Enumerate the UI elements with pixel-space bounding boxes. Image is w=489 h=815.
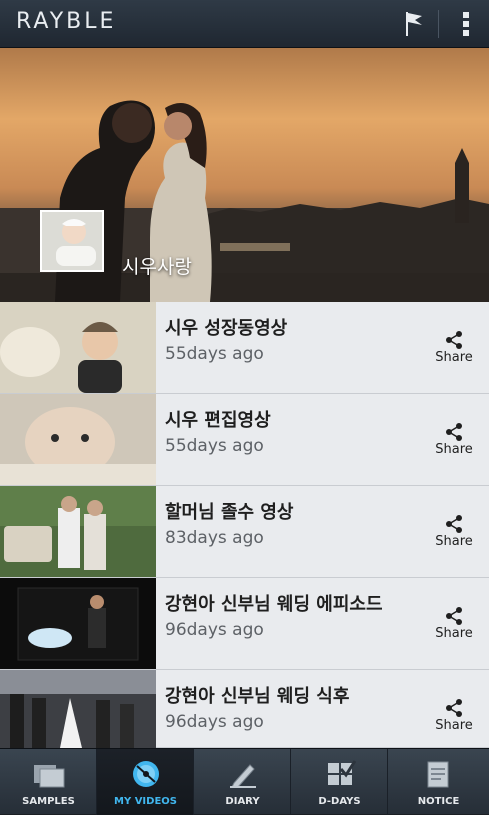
nav-d-days[interactable]: D-DAYS	[291, 749, 388, 815]
share-button[interactable]: Share	[430, 330, 478, 374]
folder-icon	[34, 765, 65, 788]
nav-notice[interactable]: NOTICE	[388, 749, 489, 815]
video-date: 55days ago	[165, 436, 264, 456]
album-cover-thumbnail[interactable]	[40, 210, 104, 272]
video-list-item[interactable]: 시우 성장동영상 55days ago Share	[0, 302, 489, 394]
calendar-check-icon	[328, 760, 357, 785]
share-icon	[446, 699, 462, 717]
share-icon	[446, 423, 462, 441]
video-title: 강현아 신부님 웨딩 식후	[165, 686, 350, 707]
bottom-navigation: SAMPLES MY VIDEOS DIARY D-DAYS NOTICE	[0, 748, 489, 815]
video-title: 시우 편집영상	[165, 410, 271, 431]
video-list-item[interactable]: 강현아 신부님 웨딩 에피소드 96days ago Share	[0, 578, 489, 670]
app-logo: RAYBLE	[16, 9, 117, 34]
video-list: 시우 성장동영상 55days ago Share 시우 편집영상 55days…	[0, 302, 489, 748]
nav-label: NOTICE	[417, 796, 460, 807]
share-label: Share	[435, 350, 473, 365]
nav-label: SAMPLES	[22, 796, 75, 807]
nav-diary[interactable]: DIARY	[194, 749, 291, 815]
share-button[interactable]: Share	[430, 698, 478, 742]
video-thumbnail[interactable]	[0, 670, 156, 748]
video-thumbnail[interactable]	[0, 578, 156, 669]
header-divider	[438, 10, 439, 38]
share-label: Share	[435, 718, 473, 733]
nav-label: MY VIDEOS	[114, 796, 177, 807]
video-thumbnail[interactable]	[0, 486, 156, 577]
video-title: 강현아 신부님 웨딩 에피소드	[165, 594, 383, 615]
share-button[interactable]: Share	[430, 422, 478, 466]
share-button[interactable]: Share	[430, 514, 478, 558]
album-hero[interactable]: 시우사랑	[0, 48, 489, 302]
video-date: 55days ago	[165, 344, 264, 364]
pencil-icon	[230, 764, 256, 788]
share-icon	[446, 607, 462, 625]
video-list-item[interactable]: 할머님 졸수 영상 83days ago Share	[0, 486, 489, 578]
video-title: 시우 성장동영상	[165, 318, 288, 339]
share-label: Share	[435, 442, 473, 457]
flag-icon[interactable]	[398, 8, 430, 40]
video-thumbnail[interactable]	[0, 302, 156, 393]
share-button[interactable]: Share	[430, 606, 478, 650]
video-thumbnail[interactable]	[0, 394, 156, 485]
share-icon	[446, 515, 462, 533]
nav-my-videos[interactable]: MY VIDEOS	[97, 749, 194, 815]
disc-icon	[133, 761, 159, 787]
share-label: Share	[435, 534, 473, 549]
album-title: 시우사랑	[122, 256, 192, 278]
share-icon	[446, 331, 462, 349]
video-list-item[interactable]: 시우 편집영상 55days ago Share	[0, 394, 489, 486]
share-label: Share	[435, 626, 473, 641]
nav-label: DIARY	[225, 796, 260, 807]
video-date: 96days ago	[165, 620, 264, 640]
overflow-menu-icon[interactable]	[452, 8, 480, 40]
notice-icon	[427, 761, 449, 788]
nav-samples[interactable]: SAMPLES	[0, 749, 97, 815]
video-title: 할머님 졸수 영상	[165, 502, 294, 523]
video-date: 96days ago	[165, 712, 264, 732]
video-date: 83days ago	[165, 528, 264, 548]
video-list-item[interactable]: 강현아 신부님 웨딩 식후 96days ago Share	[0, 670, 489, 748]
app-header: RAYBLE	[0, 0, 489, 48]
nav-label: D-DAYS	[318, 796, 361, 807]
